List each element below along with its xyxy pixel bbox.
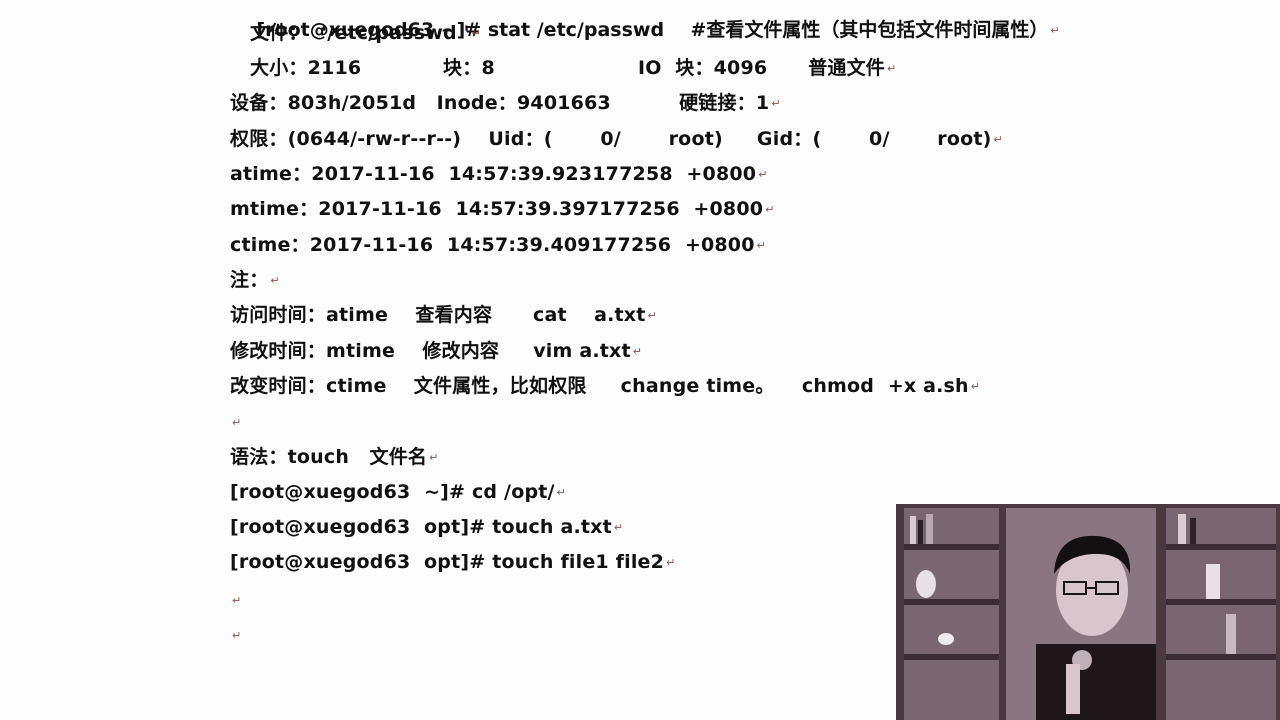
paragraph-mark-icon: ↵ xyxy=(666,555,676,569)
doc-line: mtime：2017-11-16 14:57:39.397177256 +080… xyxy=(230,194,775,224)
paragraph-mark-icon: ↵ xyxy=(647,308,657,322)
paragraph-mark-icon: ↵ xyxy=(771,96,781,110)
paragraph-mark-icon: ↵ xyxy=(232,593,242,607)
doc-line: 改变时间：ctime 文件属性，比如权限 change time。 chmod … xyxy=(230,371,980,401)
paragraph-mark-icon: ↵ xyxy=(756,238,767,252)
doc-line: [root@xuegod63 opt]# touch a.txt ↵ xyxy=(230,512,623,542)
doc-line: 设备：803h/2051d Inode：9401663 硬链接：1 ↵ xyxy=(230,88,781,118)
doc-line: 访问时间：atime 查看内容 cat a.txt ↵ xyxy=(230,300,657,330)
doc-line-text: 语法：touch 文件名 xyxy=(230,446,428,468)
doc-line-text: mtime：2017-11-16 14:57:39.397177256 +080… xyxy=(230,198,764,220)
doc-line: 语法：touch 文件名 ↵ xyxy=(230,442,439,472)
doc-line: [root@xuegod63 ~]# cd /opt/↵ xyxy=(230,477,566,507)
paragraph-mark-icon: ↵ xyxy=(613,520,624,534)
doc-line-text: atime：2017-11-16 14:57:39.923177258 +080… xyxy=(230,163,757,185)
doc-line: ctime：2017-11-16 14:57:39.409177256 +080… xyxy=(230,230,766,260)
paragraph-mark-icon: ↵ xyxy=(1050,23,1060,37)
partial-top-line: [root@xuegod63 ~]# stat /etc/passwd #查看文… xyxy=(230,0,1059,41)
doc-line: atime：2017-11-16 14:57:39.923177258 +080… xyxy=(230,159,768,189)
paragraph-mark-icon: ↵ xyxy=(232,628,242,642)
paragraph-mark-icon: ↵ xyxy=(429,450,439,464)
doc-line-text: 访问时间：atime 查看内容 cat a.txt xyxy=(230,304,646,326)
paragraph-mark-icon: ↵ xyxy=(471,26,482,40)
paragraph-mark-icon: ↵ xyxy=(887,61,897,75)
doc-line: 大小：2116 块：8 IO 块：4096 普通文件 ↵ xyxy=(250,53,896,83)
paragraph-mark-icon: ↵ xyxy=(232,415,242,429)
paragraph-mark-icon: ↵ xyxy=(765,202,775,216)
webcam-overlay xyxy=(896,504,1280,720)
doc-line-text: 修改时间：mtime 修改内容 vim a.txt xyxy=(230,340,631,362)
doc-line-text: 设备：803h/2051d Inode：9401663 硬链接：1 xyxy=(230,92,770,114)
presenter-video-image xyxy=(896,504,1280,720)
doc-line-empty: ↵ xyxy=(230,620,241,650)
paragraph-mark-icon: ↵ xyxy=(758,167,768,181)
paragraph-mark-icon: ↵ xyxy=(993,132,1003,146)
doc-line-text: [root@xuegod63 opt]# touch file1 file2 xyxy=(230,551,665,573)
doc-line-text: ctime：2017-11-16 14:57:39.409177256 +080… xyxy=(230,234,755,256)
doc-line: 注： ↵ xyxy=(230,265,280,295)
paragraph-mark-icon: ↵ xyxy=(556,485,567,499)
paragraph-mark-icon: ↵ xyxy=(270,273,280,287)
paragraph-mark-icon: ↵ xyxy=(632,344,643,358)
doc-line-text: 注： xyxy=(230,269,269,291)
doc-line-text: 权限：(0644/-rw-r--r--) Uid：( 0/ root) Gid：… xyxy=(230,128,992,150)
doc-line: 修改时间：mtime 修改内容 vim a.txt ↵ xyxy=(230,336,642,366)
doc-line-empty: ↵ xyxy=(230,585,241,615)
doc-line-text: 文件： '/etc/passwd ' xyxy=(250,22,470,44)
doc-line: 权限：(0644/-rw-r--r--) Uid：( 0/ root) Gid：… xyxy=(230,124,1003,154)
doc-line-empty: ↵ xyxy=(230,407,241,437)
doc-line-text: 大小：2116 块：8 IO 块：4096 普通文件 xyxy=(250,57,886,79)
doc-line: 文件： '/etc/passwd ' ↵ xyxy=(250,18,481,48)
doc-line-text: [root@xuegod63 opt]# touch a.txt xyxy=(230,516,612,538)
doc-line: [root@xuegod63 opt]# touch file1 file2 ↵ xyxy=(230,547,676,577)
doc-line-text: [root@xuegod63 ~]# cd /opt/ xyxy=(230,481,555,503)
paragraph-mark-icon: ↵ xyxy=(970,379,981,393)
doc-line-text: 改变时间：ctime 文件属性，比如权限 change time。 chmod … xyxy=(230,375,969,397)
